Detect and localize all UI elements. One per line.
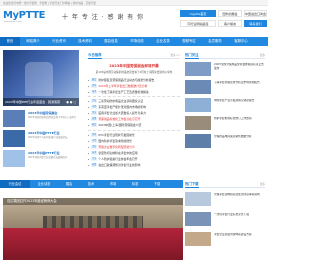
right-download-item[interactable]: 劳保手套选购指南及使用注意事项说明 <box>185 192 265 207</box>
promo-desc: 2023中国个人防护装备行业发展论坛 <box>28 136 68 139</box>
download-thumbnail <box>185 212 211 226</box>
header-button-home[interactable]: myptte首页 <box>180 10 216 17</box>
site-slogan: 十 年 专 注 · 感 谢 有 你 <box>62 14 145 21</box>
news-thumbnail <box>185 80 211 94</box>
center-headline[interactable]: 2023年中国劳保展会即将开幕 <box>88 64 180 69</box>
right-news-more-link[interactable]: 更多 <box>260 52 265 59</box>
logo-mark: MyPTTE <box>3 10 46 21</box>
top-info-text: 欢迎您访问中国一次性手套网 · 手套网 | 手套行业门户网站 | 防护用品 · … <box>3 2 96 5</box>
news-thumbnail <box>185 116 211 130</box>
download-title: 手套企业质量管理体系建设方案 <box>214 233 252 236</box>
section-tab-meetings[interactable]: 行业会议 <box>0 180 30 188</box>
banner-image <box>25 62 53 96</box>
featured-photo[interactable]: 百达集团召开2023年度经销商大会 <box>3 198 183 260</box>
nav-item-members[interactable]: 会员服务 <box>202 37 228 46</box>
news-title: 劳保用品电商渠道销售数据分析 <box>214 135 252 138</box>
news-title: 防护手套检测标准修订工作启动 <box>214 117 252 120</box>
right-download-header: 热门下载 更多 <box>185 181 265 188</box>
promo-title[interactable]: 2023年中国PTTE行业 <box>28 131 78 135</box>
news-title: 丁腈手套价格走势分析及市场预测报告 <box>214 81 260 84</box>
center-column-header: 今日推荐 更多>> <box>88 52 180 59</box>
logo-url: www.mypttecn.com <box>4 21 22 23</box>
tab-recommend[interactable]: 今日推荐 <box>88 52 102 59</box>
promo-thumbnail <box>3 130 25 147</box>
download-thumbnail <box>185 232 211 246</box>
site-logo[interactable]: MyPTTE www.mypttecn.com <box>3 9 57 23</box>
promo-desc: 2023中国手套行业高峰论坛圆满召开 <box>28 156 68 159</box>
header-button-chamber[interactable]: 中国进出口商会 <box>244 10 267 17</box>
header-button-foreign-expo[interactable]: 国外的展会 <box>218 10 242 17</box>
nav-item-video[interactable]: 视频专区 <box>176 37 202 46</box>
right-download-more-link[interactable]: 更多 <box>260 181 265 188</box>
nav-item-news[interactable]: 行业资讯 <box>46 37 72 46</box>
right-download-item[interactable]: 一次性手套行业标准全文下载 <box>185 212 265 227</box>
promo-desc: 2023中国劳保用品博览会将于4月在上海举行 <box>28 116 77 119</box>
header-button-contact[interactable]: 联系我们 <box>244 20 267 27</box>
center-subline: 第105届中国劳动保护用品交易会将于4月在上海国家会展中心举办 <box>95 71 173 74</box>
list-item[interactable]: 展会 2023中国(上海)国际劳保展会介绍 <box>88 122 180 128</box>
right-news-item[interactable]: 丁腈手套价格走势分析及市场预测报告 <box>185 80 265 95</box>
promo-item[interactable]: 2023年中国劳保展会 2023中国劳保用品博览会将于4月在上海举行 <box>3 110 79 128</box>
featured-photo-caption: 百达集团召开2023年度经销商大会 <box>3 198 183 205</box>
news-thumbnail <box>185 62 211 76</box>
right-news-item[interactable]: 中国手套产业带发展情况调研报告 <box>185 98 265 113</box>
right-news-item[interactable]: 2023全国劳保用品交易会参展商名录正式发布 <box>185 62 265 77</box>
promo-item[interactable]: 2023年中国PTTE行业 2023中国个人防护装备行业发展论坛 <box>3 130 79 148</box>
section-tab-market[interactable]: 市场 <box>102 180 124 188</box>
news-list-c: 资讯 PVC手套行业现状与发展前景 市场 国内防护手套需求持续增长 企业 劳保企业数字… <box>88 132 180 168</box>
top-info-bar: 欢迎您访问中国一次性手套网 · 手套网 | 手套行业门户网站 | 防护用品 · … <box>0 0 268 6</box>
right-news-title: 热门关注 <box>185 53 199 59</box>
news-list-b: 行业 三家劳动防护用品企业获得国家认证 市场 东南亚手套产能扩张对国内市场的影响 企… <box>88 98 180 128</box>
news-thumbnail <box>185 98 211 112</box>
download-thumbnail <box>185 192 211 206</box>
nav-item-service[interactable]: 客服中心 <box>228 37 254 46</box>
promo-thumbnail <box>3 150 25 167</box>
section-tab-standards[interactable]: 标准 <box>124 180 146 188</box>
divider <box>88 96 180 97</box>
download-title: 劳保手套选购指南及使用注意事项说明 <box>214 193 260 196</box>
nav-item-directory[interactable]: 企业名录 <box>150 37 176 46</box>
nav-item-expo[interactable]: 展会信息 <box>98 37 124 46</box>
promo-title[interactable]: 2023年中国PTTE行业 <box>28 151 78 155</box>
nav-item-about[interactable]: 网站简介 <box>20 37 46 46</box>
section-tab-expo[interactable]: 展会 <box>58 180 80 188</box>
right-news-item[interactable]: 劳保用品电商渠道销售数据分析 <box>185 134 265 149</box>
news-thumbnail <box>185 134 211 148</box>
right-download-item[interactable]: 手套企业质量管理体系建设方案 <box>185 232 265 247</box>
nav-item-home[interactable]: 首页 <box>0 37 20 46</box>
header-button-messages[interactable]: 客户留言 <box>218 20 242 27</box>
section-nav-bar: 行业会议 企业动态 展会 技术 市场 标准 下载 <box>0 180 183 188</box>
news-title: 2023全国劳保用品交易会参展商名录正式发布 <box>214 63 264 70</box>
divider <box>88 130 180 131</box>
banner-pager[interactable]: ● ● ○ <box>66 100 76 104</box>
list-item[interactable]: 技术 一次性丁腈手套生产工艺及质量标准解读 <box>88 89 180 95</box>
download-title: 一次性手套行业标准全文下载 <box>214 213 249 216</box>
right-download-title: 热门下载 <box>185 182 199 188</box>
main-nav: 首页 网站简介 行业资讯 技术资料 展会信息 市场动态 企业名录 视频专区 会员… <box>0 37 268 46</box>
section-tab-download[interactable]: 下载 <box>146 180 168 188</box>
banner-slideshow[interactable]: 2023年中国PPE行业年度盛会 · 圆满落幕 ● ● ○ <box>3 50 79 106</box>
promo-item[interactable]: 2023年中国PTTE行业 2023中国手套行业高峰论坛圆满召开 <box>3 150 79 168</box>
header-button-links[interactable]: 同行业网站链接 <box>180 20 216 27</box>
photo-stage <box>3 228 183 260</box>
section-tab-company[interactable]: 企业动态 <box>30 180 58 188</box>
nav-item-market[interactable]: 市场动态 <box>124 37 150 46</box>
promo-thumbnail <box>3 110 25 127</box>
center-more-link[interactable]: 更多>> <box>170 52 180 59</box>
promo-title[interactable]: 2023年中国劳保展会 <box>28 111 78 115</box>
news-title: 中国手套产业带发展情况调研报告 <box>214 99 255 102</box>
right-news-header: 热门关注 更多 <box>185 52 265 59</box>
section-tab-tech[interactable]: 技术 <box>80 180 102 188</box>
right-news-item[interactable]: 防护手套检测标准修订工作启动 <box>185 116 265 131</box>
nav-item-tech[interactable]: 技术资料 <box>72 37 98 46</box>
list-item[interactable]: 政策 进出口政策调整对手套行业的影响 <box>88 162 180 168</box>
news-list-a: 展会 防护服装及劳保用品行业动态与趋势分析报告 资讯 2023年上半年手套出口数据统… <box>88 77 180 95</box>
